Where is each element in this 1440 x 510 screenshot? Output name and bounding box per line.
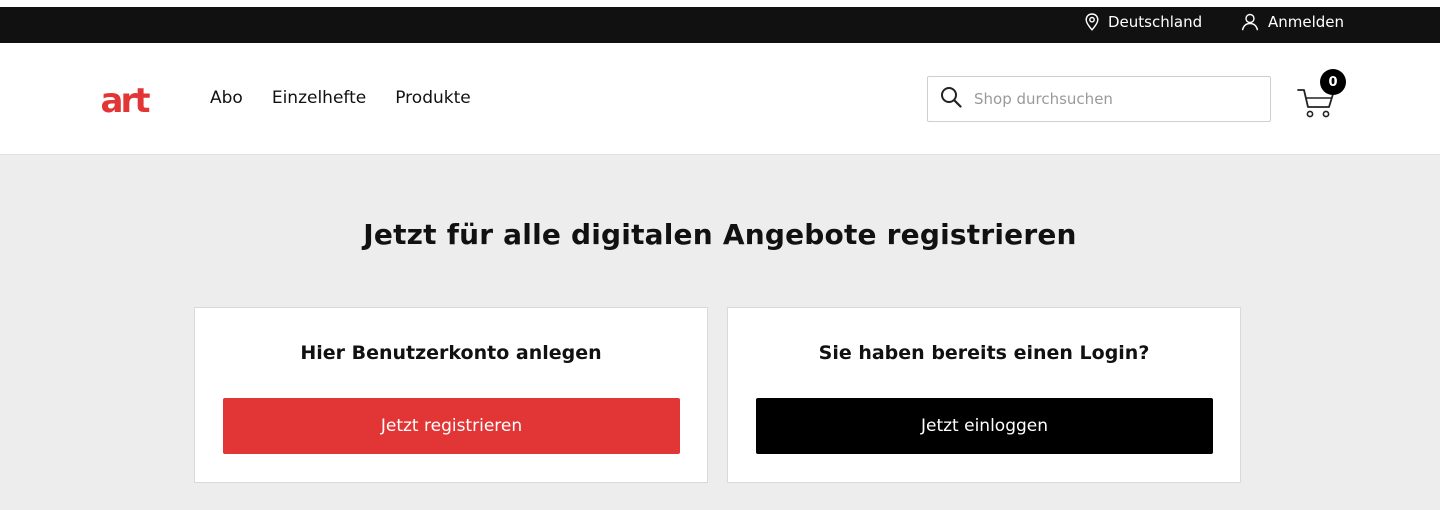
register-card-title: Hier Benutzerkonto anlegen: [300, 342, 602, 364]
cart-icon: [1296, 89, 1350, 125]
login-card: Sie haben bereits einen Login? Jetzt ein…: [727, 307, 1241, 483]
nav-item-produkte[interactable]: Produkte: [395, 88, 471, 108]
login-card-title: Sie haben bereits einen Login?: [818, 342, 1150, 364]
register-button[interactable]: Jetzt registrieren: [223, 398, 680, 454]
main-nav: Abo Einzelhefte Produkte: [210, 88, 471, 108]
site-header: art Abo Einzelhefte Produkte 0: [0, 43, 1440, 155]
art-logo[interactable]: art: [80, 82, 168, 118]
country-label: Deutschland: [1108, 13, 1203, 31]
login-link[interactable]: Anmelden: [1241, 10, 1344, 34]
nav-item-einzelhefte[interactable]: Einzelhefte: [272, 88, 366, 108]
register-card: Hier Benutzerkonto anlegen Jetzt registr…: [194, 307, 708, 483]
cart-count-badge: 0: [1320, 69, 1346, 95]
user-icon: [1241, 13, 1259, 31]
location-pin-icon: [1085, 13, 1099, 31]
search-box: [927, 76, 1271, 122]
svg-text:art: art: [101, 82, 151, 118]
search-icon[interactable]: [940, 86, 962, 112]
nav-item-abo[interactable]: Abo: [210, 88, 243, 108]
top-strip: [0, 0, 1440, 7]
cart-button[interactable]: 0: [1296, 69, 1350, 121]
country-selector[interactable]: Deutschland: [1085, 10, 1202, 34]
search-input[interactable]: [974, 90, 1254, 108]
page-title: Jetzt für alle digitalen Angebote regist…: [363, 218, 1077, 251]
login-button[interactable]: Jetzt einloggen: [756, 398, 1213, 454]
top-bar: Deutschland Anmelden: [0, 0, 1440, 43]
login-label: Anmelden: [1268, 13, 1345, 31]
